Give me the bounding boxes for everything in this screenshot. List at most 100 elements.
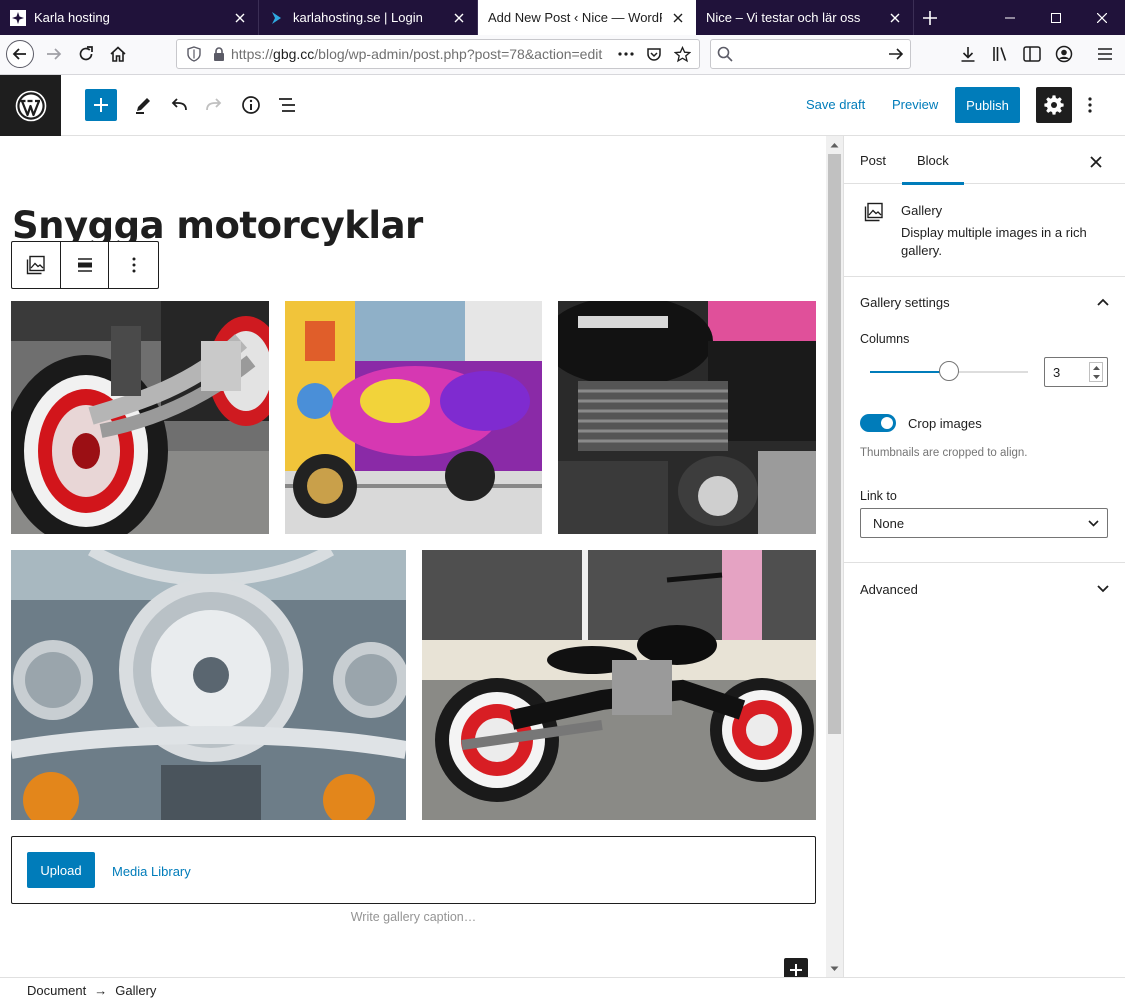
- window-controls: [987, 0, 1125, 35]
- gallery-settings-body: Columns 3 Crop images Thumbnails are cro…: [844, 326, 1125, 563]
- tab-block[interactable]: Block: [902, 136, 964, 185]
- details-info-icon[interactable]: [235, 89, 267, 121]
- gallery-settings-panel-toggle[interactable]: Gallery settings: [844, 277, 1125, 327]
- columns-label: Columns: [860, 332, 910, 346]
- app-menu-hamburger-icon[interactable]: [1089, 38, 1121, 70]
- lock-icon[interactable]: [213, 46, 225, 62]
- block-inserter-plus-icon[interactable]: [784, 958, 808, 977]
- tab-post[interactable]: Post: [860, 136, 886, 184]
- search-bar[interactable]: [710, 39, 911, 69]
- downloads-icon[interactable]: [952, 38, 984, 70]
- crop-images-toggle[interactable]: [860, 414, 896, 432]
- forward-icon[interactable]: [38, 38, 70, 70]
- breadcrumb-gallery[interactable]: Gallery: [115, 983, 156, 998]
- browser-tab-nice[interactable]: Nice – Vi testar och lär oss: [696, 0, 914, 35]
- redo-icon[interactable]: [198, 89, 230, 121]
- block-toolbar: [11, 241, 159, 289]
- publish-button[interactable]: Publish: [955, 87, 1020, 123]
- link-to-select[interactable]: None: [860, 508, 1108, 538]
- tools-pencil-icon[interactable]: [127, 89, 159, 121]
- sidebar-toggle-icon[interactable]: [1016, 38, 1048, 70]
- gallery-upload-area: Upload Media Library: [11, 836, 816, 904]
- minimize-icon[interactable]: [987, 0, 1033, 35]
- more-options-vertical-icon[interactable]: [1074, 89, 1106, 121]
- tab-title: karlahosting.se | Login: [293, 10, 423, 25]
- advanced-panel-toggle[interactable]: Advanced: [844, 564, 1125, 614]
- spin-down-icon: [1092, 374, 1100, 379]
- url-text[interactable]: https://gbg.cc/blog/wp-admin/post.php?po…: [231, 46, 612, 62]
- browser-tab-karla-hosting[interactable]: Karla hosting: [0, 0, 259, 35]
- chevron-favicon-icon: [269, 10, 285, 26]
- link-to-value: None: [873, 515, 905, 531]
- close-tab-icon[interactable]: [887, 10, 903, 26]
- close-tab-icon[interactable]: [451, 10, 467, 26]
- address-bar[interactable]: https://gbg.cc/blog/wp-admin/post.php?po…: [176, 39, 700, 69]
- pocket-icon[interactable]: [646, 46, 662, 62]
- scroll-down-arrow-icon[interactable]: [826, 960, 843, 977]
- bookmark-star-icon[interactable]: [674, 45, 691, 63]
- karla-hosting-favicon-icon: [10, 9, 26, 26]
- close-sidebar-icon[interactable]: [1084, 150, 1108, 174]
- close-tab-icon[interactable]: [232, 10, 248, 26]
- window-close-icon[interactable]: [1079, 0, 1125, 35]
- crop-images-label: Crop images: [908, 416, 982, 431]
- editor-header: Save draft Preview Publish: [0, 75, 1125, 136]
- columns-value: 3: [1053, 364, 1061, 380]
- chevron-up-icon: [1097, 298, 1109, 306]
- undo-icon[interactable]: [163, 89, 195, 121]
- page-actions-more-icon[interactable]: [618, 52, 634, 56]
- scroll-up-arrow-icon[interactable]: [826, 136, 843, 153]
- browser-navbar: https://gbg.cc/blog/wp-admin/post.php?po…: [0, 35, 1125, 75]
- block-type-gallery-icon[interactable]: [12, 242, 61, 288]
- settings-gear-icon[interactable]: [1036, 87, 1072, 123]
- home-icon[interactable]: [102, 38, 134, 70]
- preview-button[interactable]: Preview: [892, 97, 938, 112]
- block-more-options-icon[interactable]: [109, 242, 158, 288]
- columns-slider-thumb[interactable]: [939, 361, 959, 381]
- gallery-image-motorcycle-red-wheel[interactable]: [11, 301, 269, 534]
- tab-title: Karla hosting: [34, 10, 110, 25]
- gallery-image-colorful-motorcycle[interactable]: [285, 301, 542, 534]
- wordpress-logo-icon[interactable]: [0, 75, 61, 136]
- breadcrumb-document[interactable]: Document: [27, 983, 86, 998]
- columns-number-input[interactable]: 3: [1044, 357, 1108, 387]
- search-go-arrow-icon[interactable]: [888, 47, 904, 61]
- scrollbar-thumb[interactable]: [828, 154, 841, 734]
- new-tab-plus-icon[interactable]: [914, 0, 946, 35]
- chevron-down-icon: [1088, 519, 1099, 527]
- reload-icon[interactable]: [70, 38, 102, 70]
- browser-tab-karlahosting-login[interactable]: karlahosting.se | Login: [259, 0, 478, 35]
- link-to-label: Link to: [860, 489, 897, 503]
- media-library-button[interactable]: Media Library: [112, 864, 191, 879]
- gallery-image-black-bobber[interactable]: [422, 550, 816, 820]
- tracking-shield-icon[interactable]: [187, 46, 201, 62]
- editor-scrollbar[interactable]: [826, 136, 843, 977]
- block-card-title: Gallery: [901, 203, 943, 218]
- back-icon[interactable]: [4, 38, 36, 70]
- upload-button[interactable]: Upload: [27, 852, 95, 888]
- tab-title: Add New Post ‹ Nice — WordPress: [488, 10, 662, 25]
- list-view-icon[interactable]: [271, 89, 303, 121]
- close-tab-icon[interactable]: [670, 10, 686, 26]
- block-card: Gallery Display multiple images in a ric…: [844, 184, 1125, 277]
- library-icon[interactable]: [984, 38, 1016, 70]
- columns-spinner[interactable]: [1089, 362, 1103, 382]
- save-draft-button[interactable]: Save draft: [806, 97, 865, 112]
- browser-tab-strip: Karla hosting karlahosting.se | Login Ad…: [0, 0, 1125, 35]
- tab-title: Nice – Vi testar och lär oss: [706, 10, 861, 25]
- add-block-button[interactable]: [85, 89, 117, 121]
- gallery-caption-input[interactable]: Write gallery caption…: [11, 910, 816, 924]
- maximize-icon[interactable]: [1033, 0, 1079, 35]
- gallery-settings-title: Gallery settings: [860, 294, 950, 310]
- browser-tab-add-new-post[interactable]: Add New Post ‹ Nice — WordPress: [478, 0, 696, 35]
- change-alignment-icon[interactable]: [61, 242, 110, 288]
- gallery-image-chrome-headlight[interactable]: [11, 550, 406, 820]
- account-icon[interactable]: [1048, 38, 1080, 70]
- plus-icon: [94, 98, 108, 112]
- url-path: /blog/wp-admin/post.php?post=78&action=e…: [314, 46, 603, 62]
- columns-slider-fill: [870, 371, 949, 373]
- sidebar-tabs: Post Block: [844, 136, 1125, 185]
- gallery-image-harley-engine[interactable]: [558, 301, 816, 534]
- advanced-title: Advanced: [860, 581, 918, 597]
- columns-slider[interactable]: [870, 361, 1028, 381]
